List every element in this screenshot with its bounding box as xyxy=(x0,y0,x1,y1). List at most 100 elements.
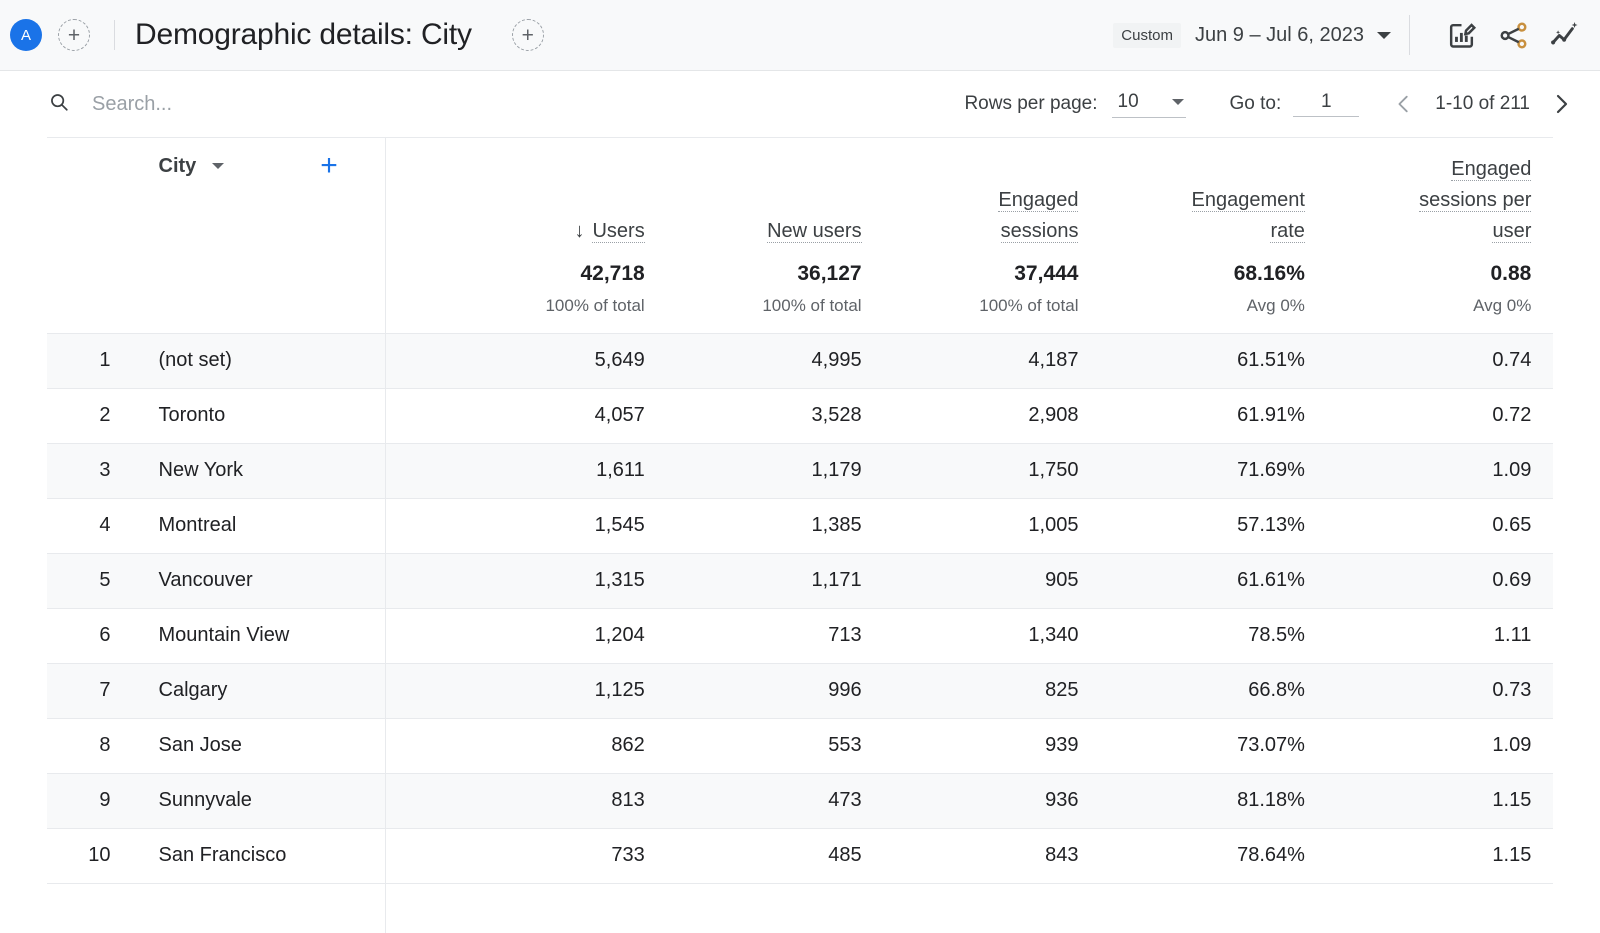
previous-page-button[interactable] xyxy=(1387,87,1421,121)
date-preset-badge: Custom xyxy=(1113,22,1181,48)
row-dimension-city[interactable]: Toronto xyxy=(118,387,450,443)
row-users: 1,611 xyxy=(449,442,667,498)
row-users: 1,545 xyxy=(449,497,667,553)
row-new-users: 1,171 xyxy=(666,552,884,608)
date-range-selector[interactable]: Jun 9 – Jul 6, 2023 xyxy=(1195,24,1391,47)
row-users: 862 xyxy=(449,717,667,773)
row-index: 2 xyxy=(47,387,119,443)
row-new-users: 1,179 xyxy=(666,442,884,498)
row-new-users: 485 xyxy=(666,827,884,884)
row-users: 813 xyxy=(449,772,667,828)
pagination-range-text: 1-10 of 211 xyxy=(1435,93,1530,114)
search-input[interactable] xyxy=(92,92,392,116)
row-dimension-city[interactable]: Vancouver xyxy=(118,552,450,608)
column-header-engaged-sessions-per-user[interactable]: Engaged sessions per user xyxy=(1326,137,1553,247)
table-row[interactable]: 8 San Jose 862 553 939 73.07% 1.09 3m 0 xyxy=(47,717,1553,773)
row-dimension-city[interactable]: (not set) xyxy=(118,332,450,388)
totals-value: 68.16% xyxy=(1233,262,1305,285)
header-divider xyxy=(114,20,115,50)
row-engaged-sessions: 825 xyxy=(883,662,1101,718)
column-header-users[interactable]: ↓ Users xyxy=(449,137,667,247)
column-header-label: Engaged xyxy=(998,189,1079,212)
totals-subtext: 100% of total xyxy=(979,296,1079,315)
search-area xyxy=(48,91,392,118)
totals-cell-users: 42,718 100% of total xyxy=(449,247,667,333)
add-comparison-button[interactable]: + xyxy=(58,19,90,51)
totals-subtext: Avg 0% xyxy=(1246,296,1305,315)
dimension-name[interactable]: City xyxy=(159,155,197,178)
rows-per-page-select[interactable]: 10 xyxy=(1111,90,1186,118)
row-new-users: 553 xyxy=(666,717,884,773)
column-header-new-users[interactable]: New users xyxy=(666,137,884,247)
row-new-users: 996 xyxy=(666,662,884,718)
next-page-button[interactable] xyxy=(1544,87,1578,121)
table-row[interactable]: 9 Sunnyvale 813 473 936 81.18% 1.15 3m 0 xyxy=(47,772,1553,828)
table-row[interactable]: 1 (not set) 5,649 4,995 4,187 61.51% 0.7… xyxy=(47,332,1553,388)
table-row[interactable]: 6 Mountain View 1,204 713 1,340 78.5% 1.… xyxy=(47,607,1553,663)
row-engaged-sessions: 939 xyxy=(883,717,1101,773)
table-row[interactable]: 7 Calgary 1,125 996 825 66.8% 0.73 0m 4 xyxy=(47,662,1553,718)
goto-page-input[interactable] xyxy=(1293,91,1360,117)
column-header-label: sessions per xyxy=(1419,189,1532,212)
row-engaged-sessions-per-user: 1.15 xyxy=(1326,827,1553,884)
row-dimension-city[interactable]: Mountain View xyxy=(118,607,450,663)
row-index: 10 xyxy=(47,827,119,884)
table-row[interactable]: 2 Toronto 4,057 3,528 2,908 61.91% 0.72 … xyxy=(47,387,1553,443)
row-index: 1 xyxy=(47,332,119,388)
row-dimension-city[interactable]: San Jose xyxy=(118,717,450,773)
rows-per-page-value: 10 xyxy=(1117,90,1139,112)
totals-cell-engagement-rate: 68.16% Avg 0% xyxy=(1100,247,1327,333)
pagination-controls: Rows per page: 10 Go to: 1-10 of 211 xyxy=(964,87,1592,121)
row-dimension-city[interactable]: New York xyxy=(118,442,450,498)
row-engaged-sessions-per-user: 0.73 xyxy=(1326,662,1553,718)
row-dimension-city[interactable]: San Francisco xyxy=(118,827,450,884)
account-avatar[interactable]: A xyxy=(10,19,42,51)
column-header-label: sessions xyxy=(1000,220,1079,243)
totals-value: 37,444 xyxy=(1014,262,1079,285)
totals-value: 36,127 xyxy=(797,262,862,285)
totals-subtext: 100% of total xyxy=(762,296,862,315)
row-index: 5 xyxy=(47,552,119,608)
column-header-label: user xyxy=(1492,220,1532,243)
totals-cell-engaged-sessions: 37,444 100% of total xyxy=(883,247,1101,333)
demographic-details-table: City + ↓ Users New users Engaged session… xyxy=(47,137,1553,884)
chevron-down-icon[interactable] xyxy=(212,163,225,169)
row-engagement-rate: 78.5% xyxy=(1100,607,1327,663)
row-index: 3 xyxy=(47,442,119,498)
row-dimension-city[interactable]: Montreal xyxy=(118,497,450,553)
row-engaged-sessions-per-user: 0.74 xyxy=(1326,332,1553,388)
search-icon xyxy=(48,91,70,118)
data-table-container: City + ↓ Users New users Engaged session… xyxy=(47,137,1553,933)
row-engaged-sessions: 2,908 xyxy=(883,387,1101,443)
row-engaged-sessions-per-user: 0.69 xyxy=(1326,552,1553,608)
column-header-engagement-rate[interactable]: Engagement rate xyxy=(1100,137,1327,247)
column-header-label: New users xyxy=(767,220,862,243)
edit-report-icon[interactable] xyxy=(1442,16,1480,54)
row-engagement-rate: 66.8% xyxy=(1100,662,1327,718)
add-report-element-button[interactable]: + xyxy=(511,19,544,51)
add-dimension-button[interactable]: + xyxy=(320,151,338,181)
row-dimension-city[interactable]: Sunnyvale xyxy=(118,772,450,828)
table-row[interactable]: 10 San Francisco 733 485 843 78.64% 1.15… xyxy=(47,827,1553,884)
row-engagement-rate: 57.13% xyxy=(1100,497,1327,553)
row-users: 733 xyxy=(449,827,667,884)
row-engaged-sessions-per-user: 1.09 xyxy=(1326,717,1553,773)
index-header xyxy=(47,137,119,247)
table-row[interactable]: 5 Vancouver 1,315 1,171 905 61.61% 0.69 … xyxy=(47,552,1553,608)
insights-icon[interactable] xyxy=(1546,16,1584,54)
share-icon[interactable] xyxy=(1494,16,1532,54)
column-header-engaged-sessions[interactable]: Engaged sessions xyxy=(883,137,1101,247)
row-engaged-sessions: 843 xyxy=(883,827,1101,884)
totals-dimension-cell xyxy=(118,247,450,333)
row-new-users: 3,528 xyxy=(666,387,884,443)
totals-row: 42,718 100% of total 36,127 100% of tota… xyxy=(47,247,1553,333)
table-row[interactable]: 3 New York 1,611 1,179 1,750 71.69% 1.09… xyxy=(47,442,1553,498)
row-engaged-sessions-per-user: 0.65 xyxy=(1326,497,1553,553)
table-row[interactable]: 4 Montreal 1,545 1,385 1,005 57.13% 0.65… xyxy=(47,497,1553,553)
totals-value: 42,718 xyxy=(580,262,645,285)
header-icon-divider xyxy=(1409,15,1410,55)
row-engaged-sessions-per-user: 1.15 xyxy=(1326,772,1553,828)
row-engagement-rate: 61.91% xyxy=(1100,387,1327,443)
row-engaged-sessions-per-user: 0.72 xyxy=(1326,387,1553,443)
row-dimension-city[interactable]: Calgary xyxy=(118,662,450,718)
